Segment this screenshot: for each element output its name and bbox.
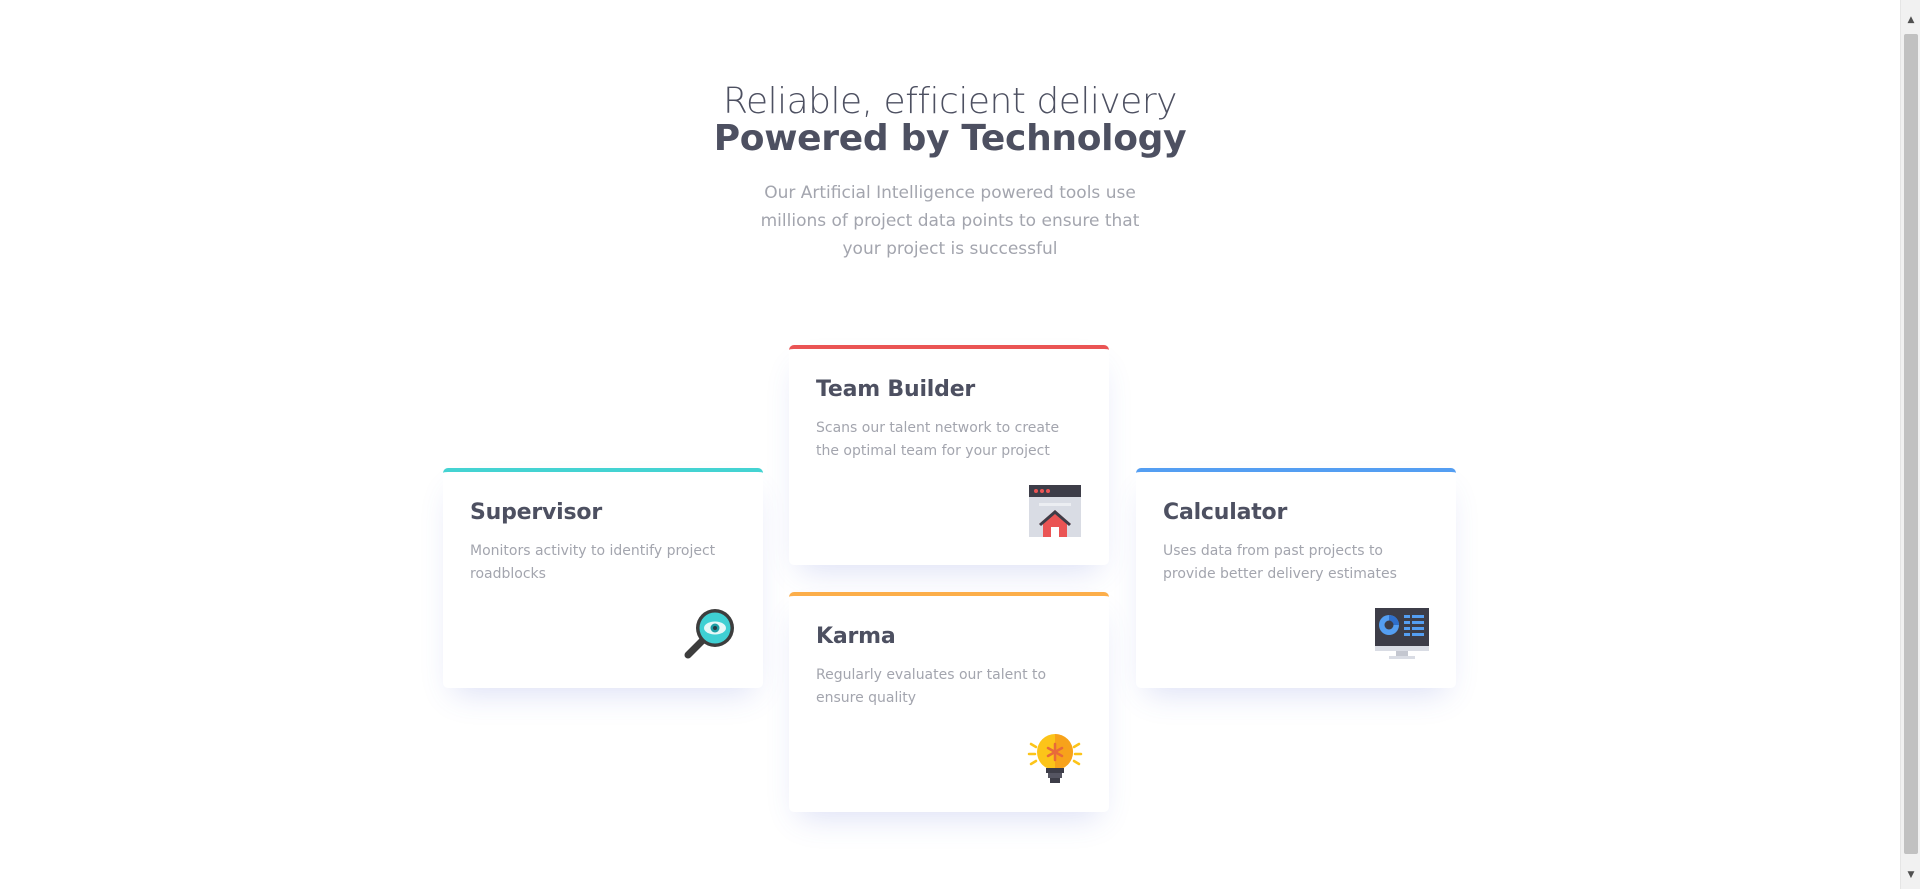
scroll-up-arrow-icon[interactable]: ▲ [1905,14,1917,26]
monitor-chart-icon [1374,606,1430,662]
card-karma: Karma Regularly evaluates our talent to … [789,592,1109,812]
card-description: Monitors activity to identify project ro… [470,543,716,582]
card-supervisor: Supervisor Monitors activity to identify… [443,468,763,688]
card-description: Scans our talent network to create the o… [816,420,1060,459]
scrollbar-thumb[interactable] [1904,34,1918,854]
team-builder-icon [1027,483,1083,539]
card-description: Regularly evaluates our talent to ensure… [816,667,1047,706]
page-title-bold: Powered by Technology [713,118,1187,159]
card-description: Uses data from past projects to provide … [1163,543,1397,582]
page-title-light: Reliable, efficient delivery [723,81,1177,122]
vertical-scrollbar[interactable]: ▲ ▼ [1900,0,1920,889]
magnifier-eye-icon [681,606,737,662]
scroll-down-arrow-icon[interactable]: ▼ [1905,869,1917,881]
page: Reliable, efficient delivery Powered by … [0,0,1900,889]
card-title: Team Builder [816,377,976,402]
intro-text: Our Artificial Intelligence powered tool… [760,183,1140,259]
lightbulb-icon [1027,730,1083,786]
card-calculator: Calculator Uses data from past projects … [1136,468,1456,688]
card-title: Karma [816,624,896,649]
header: Reliable, efficient delivery Powered by … [0,82,1900,263]
card-title: Calculator [1163,500,1288,525]
card-title: Supervisor [470,500,602,525]
card-team-builder: Team Builder Scans our talent network to… [789,345,1109,565]
